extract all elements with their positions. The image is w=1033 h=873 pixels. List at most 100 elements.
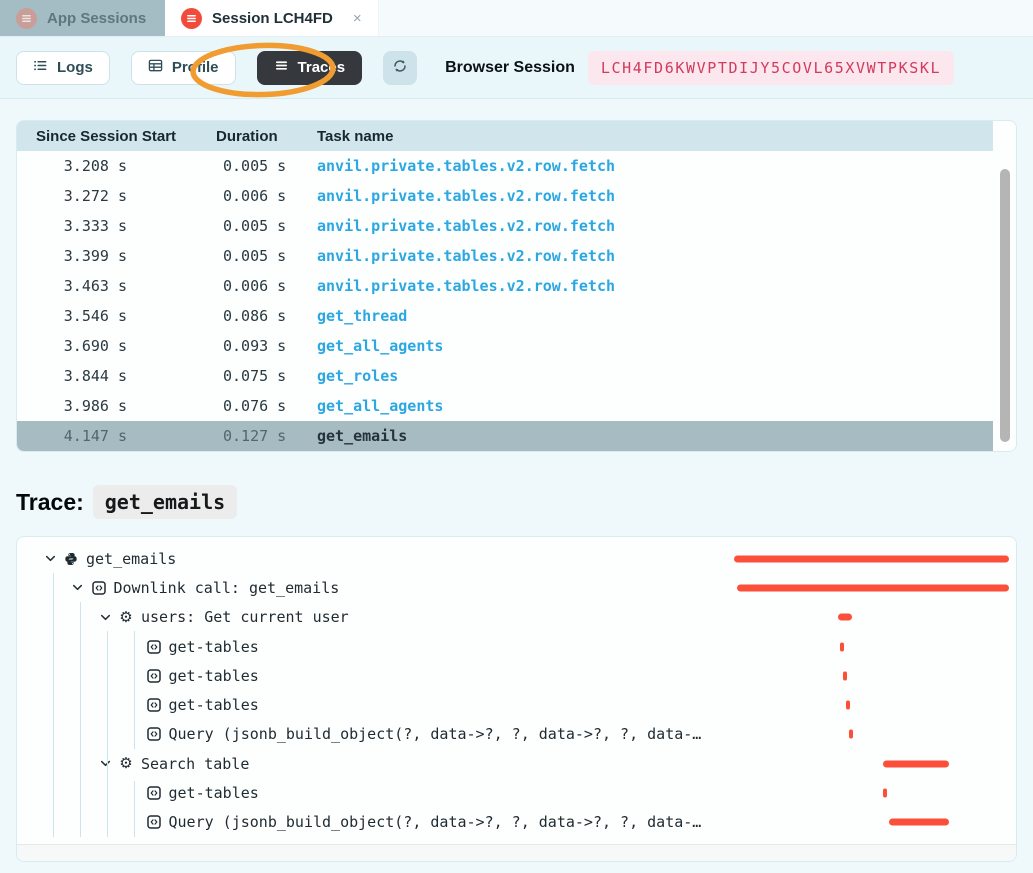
trace-tree-row[interactable]: get_emails	[17, 544, 1016, 573]
refresh-icon	[392, 58, 408, 77]
duration-bar	[843, 671, 847, 680]
profile-button-label: Profile	[172, 59, 219, 76]
task-link[interactable]: get_roles	[317, 367, 398, 385]
indent-guide-line	[134, 631, 135, 749]
table-row[interactable]: 3.844 s0.075 sget_roles	[17, 361, 993, 391]
chevron-down-icon[interactable]	[92, 611, 118, 624]
task-link[interactable]: anvil.private.tables.v2.row.fetch	[317, 277, 615, 295]
duration-bar	[838, 614, 852, 621]
trace-tree-row[interactable]: get-tables	[17, 632, 1016, 661]
code-icon	[146, 669, 162, 683]
cell-duration: 0.006 s	[207, 277, 315, 295]
table-row[interactable]: 3.333 s0.005 sanvil.private.tables.v2.ro…	[17, 211, 993, 241]
cell-since: 3.986 s	[17, 397, 207, 415]
chevron-down-icon[interactable]	[37, 552, 63, 565]
table-body: 3.208 s0.005 sanvil.private.tables.v2.ro…	[17, 151, 1016, 451]
indent-guide-line	[80, 602, 81, 837]
cell-duration: 0.076 s	[207, 397, 315, 415]
cell-duration: 0.005 s	[207, 157, 315, 175]
indent-guide-line	[134, 781, 135, 837]
trace-node-label: Query (jsonb_build_object(?, data->?, ?,…	[169, 813, 702, 831]
tab-app-sessions[interactable]: App Sessions	[0, 0, 165, 36]
chevron-down-icon[interactable]	[92, 757, 118, 770]
trace-tree-row[interactable]: Query (jsonb_build_object(?, data->?, ?,…	[17, 720, 1016, 749]
traces-button[interactable]: Traces	[257, 51, 363, 85]
traces-table: Since Session Start Duration Task name 3…	[16, 120, 1017, 452]
tab-label: Session LCH4FD	[212, 10, 333, 27]
cell-since: 3.463 s	[17, 277, 207, 295]
trace-tree-row[interactable]: ⚙ users: Get current user	[17, 603, 1016, 632]
task-link[interactable]: get_thread	[317, 307, 407, 325]
trace-node-label: Downlink call: get_emails	[114, 579, 340, 597]
panel-footer	[17, 844, 1016, 861]
duration-bar	[889, 819, 949, 826]
refresh-button[interactable]	[383, 51, 417, 85]
trace-tree-row[interactable]: get-tables	[17, 661, 1016, 690]
cell-since: 3.546 s	[17, 307, 207, 325]
indent-guide-line	[107, 631, 108, 837]
duration-bar	[737, 584, 1009, 591]
gear-icon: ⚙	[118, 610, 134, 625]
trace-name-chip: get_emails	[93, 485, 237, 519]
cell-task: anvil.private.tables.v2.row.fetch	[315, 277, 993, 295]
profile-button[interactable]: Profile	[131, 51, 236, 85]
code-icon	[146, 698, 162, 712]
trace-node-label: Search table	[141, 755, 249, 773]
close-icon[interactable]: ×	[353, 10, 362, 27]
cell-task: get_roles	[315, 367, 993, 385]
chevron-down-icon[interactable]	[65, 581, 91, 594]
task-link[interactable]: anvil.private.tables.v2.row.fetch	[317, 217, 615, 235]
cell-duration: 0.127 s	[207, 427, 315, 445]
cell-task: get_all_agents	[315, 337, 993, 355]
duration-bar	[883, 760, 949, 767]
code-icon	[146, 727, 162, 741]
scrollbar-thumb[interactable]	[1000, 169, 1010, 442]
cell-since: 3.844 s	[17, 367, 207, 385]
trace-node-label: get-tables	[169, 784, 259, 802]
table-row[interactable]: 3.272 s0.006 sanvil.private.tables.v2.ro…	[17, 181, 993, 211]
trace-node-label: users: Get current user	[141, 608, 349, 626]
trace-tree-row[interactable]: Downlink call: get_emails	[17, 573, 1016, 602]
trace-tree-row[interactable]: Query (jsonb_build_object(?, data->?, ?,…	[17, 808, 1016, 837]
task-link[interactable]: anvil.private.tables.v2.row.fetch	[317, 187, 615, 205]
cell-task: get_emails	[315, 427, 993, 445]
table-row[interactable]: 3.399 s0.005 sanvil.private.tables.v2.ro…	[17, 241, 993, 271]
table-row[interactable]: 3.546 s0.086 sget_thread	[17, 301, 993, 331]
table-row[interactable]: 3.986 s0.076 sget_all_agents	[17, 391, 993, 421]
table-row[interactable]: 3.463 s0.006 sanvil.private.tables.v2.ro…	[17, 271, 993, 301]
table-row[interactable]: 3.208 s0.005 sanvil.private.tables.v2.ro…	[17, 151, 993, 181]
trace-tree-row[interactable]: get-tables	[17, 690, 1016, 719]
duration-bar	[840, 642, 844, 651]
tab-session-lch4fd[interactable]: Session LCH4FD ×	[165, 0, 379, 36]
cell-duration: 0.005 s	[207, 217, 315, 235]
cell-duration: 0.086 s	[207, 307, 315, 325]
logs-button[interactable]: Logs	[16, 51, 110, 85]
task-link[interactable]: get_emails	[317, 427, 407, 445]
column-header-since: Since Session Start	[17, 128, 207, 145]
tab-bar: App Sessions Session LCH4FD ×	[0, 0, 1033, 37]
trace-panel: get_emails Downlink call: get_emails ⚙ user…	[16, 536, 1017, 862]
cell-task: anvil.private.tables.v2.row.fetch	[315, 157, 993, 175]
duration-bar	[883, 789, 887, 798]
task-link[interactable]: get_all_agents	[317, 337, 443, 355]
tab-label: App Sessions	[47, 10, 146, 27]
task-link[interactable]: anvil.private.tables.v2.row.fetch	[317, 247, 615, 265]
cell-since: 3.208 s	[17, 157, 207, 175]
trace-node-label: get-tables	[169, 667, 259, 685]
column-header-task: Task name	[315, 128, 993, 145]
cell-task: anvil.private.tables.v2.row.fetch	[315, 187, 993, 205]
cell-task: get_all_agents	[315, 397, 993, 415]
code-icon	[146, 815, 162, 829]
trace-tree: get_emails Downlink call: get_emails ⚙ user…	[17, 537, 1016, 837]
trace-tree-row[interactable]: ⚙Search table	[17, 749, 1016, 778]
trace-tree-row[interactable]: get-tables	[17, 778, 1016, 807]
session-list-icon	[16, 8, 37, 29]
table-row[interactable]: 3.690 s0.093 sget_all_agents	[17, 331, 993, 361]
task-link[interactable]: anvil.private.tables.v2.row.fetch	[317, 157, 615, 175]
table-row[interactable]: 4.147 s0.127 sget_emails	[17, 421, 993, 451]
cell-since: 3.333 s	[17, 217, 207, 235]
code-icon	[146, 640, 162, 654]
task-link[interactable]: get_all_agents	[317, 397, 443, 415]
cell-duration: 0.093 s	[207, 337, 315, 355]
code-icon	[146, 786, 162, 800]
